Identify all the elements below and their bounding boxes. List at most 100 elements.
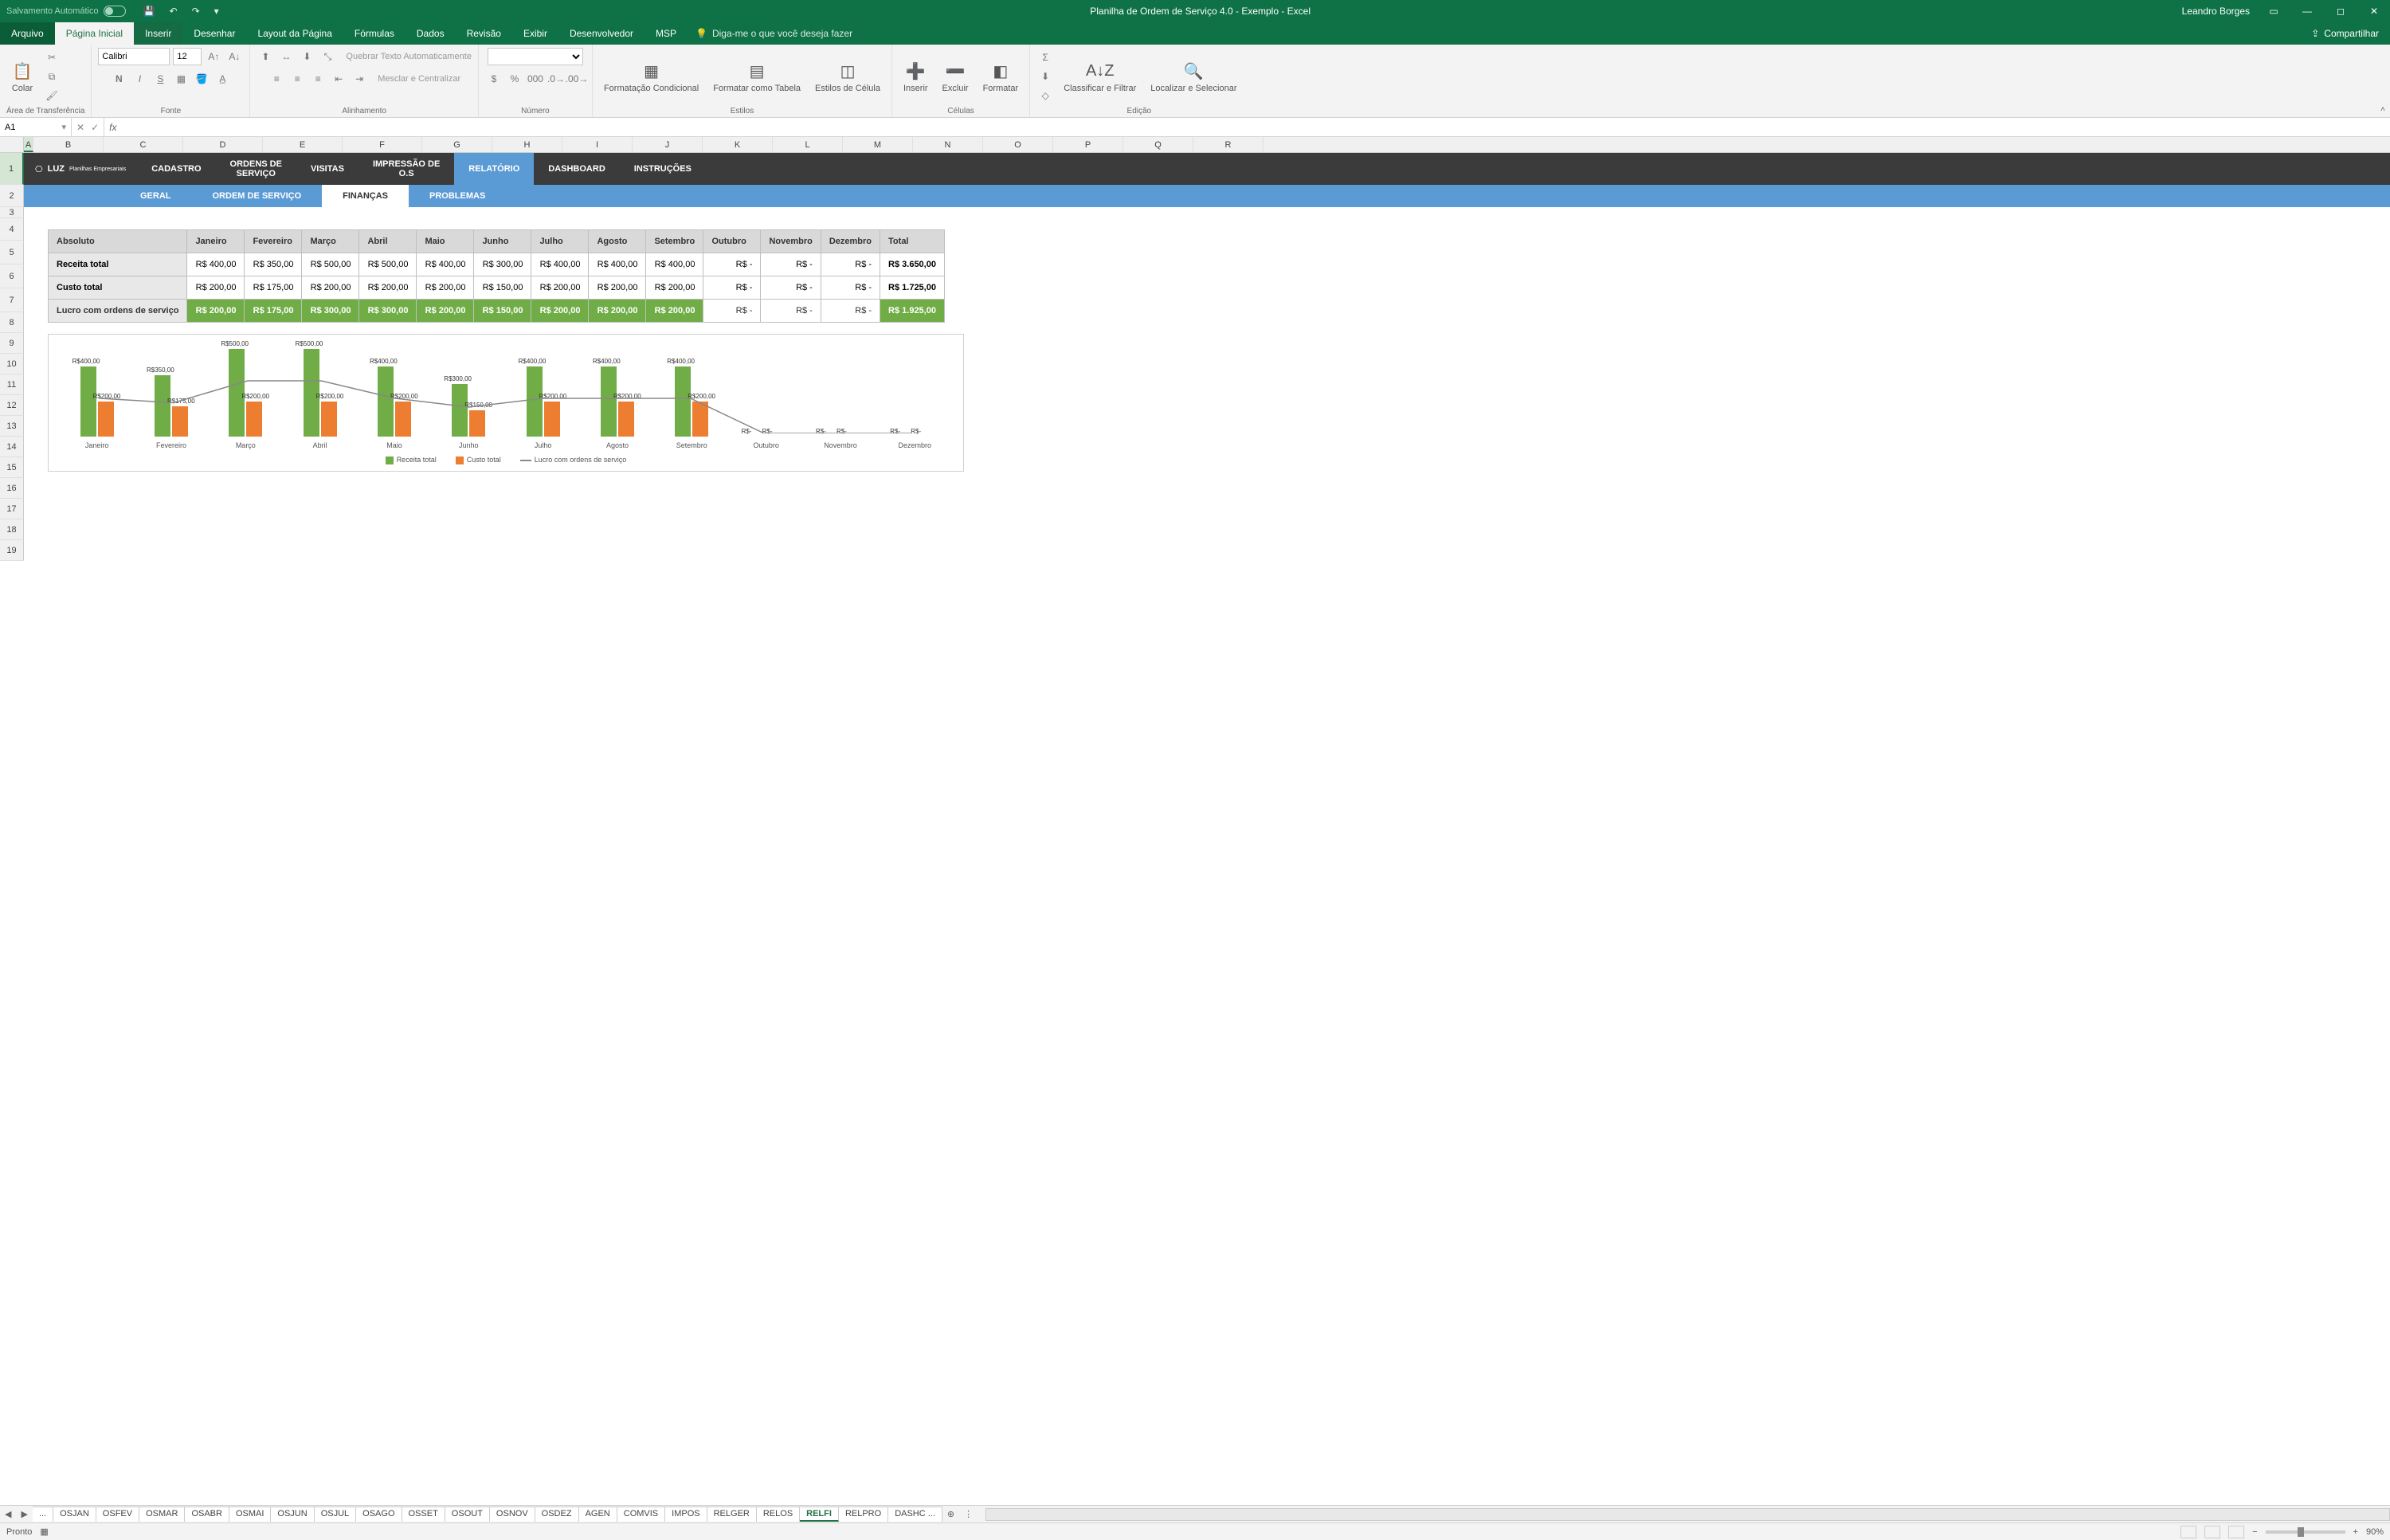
sheet-tab[interactable]: OSNOV: [490, 1507, 535, 1522]
sheet-tab[interactable]: OSMAI: [229, 1507, 271, 1522]
font-color-icon[interactable]: A̲: [214, 70, 231, 88]
increase-font-icon[interactable]: A↑: [205, 48, 222, 65]
tab-developer[interactable]: Desenvolvedor: [558, 22, 645, 45]
bold-button[interactable]: N: [110, 70, 127, 88]
col-header[interactable]: N: [913, 137, 983, 152]
row-header[interactable]: 19: [0, 540, 24, 561]
align-center-icon[interactable]: ≡: [288, 70, 306, 88]
select-all-corner[interactable]: [0, 137, 24, 152]
sheet-tab[interactable]: OSJAN: [53, 1507, 96, 1522]
sheet-tab[interactable]: IMPOS: [665, 1507, 707, 1522]
indent-right-icon[interactable]: ⇥: [351, 70, 368, 88]
nav-item[interactable]: DASHBOARD: [534, 153, 620, 185]
tab-file[interactable]: Arquivo: [0, 22, 55, 45]
tab-msp[interactable]: MSP: [645, 22, 688, 45]
increase-decimal-icon[interactable]: .0→: [547, 70, 565, 88]
name-box-input[interactable]: [5, 123, 61, 132]
tab-data[interactable]: Dados: [406, 22, 456, 45]
number-format-select[interactable]: [488, 48, 583, 65]
close-icon[interactable]: ✕: [2365, 6, 2384, 17]
merge-center-button[interactable]: Mesclar e Centralizar: [378, 74, 460, 84]
page-break-view-icon[interactable]: [2228, 1526, 2244, 1538]
row-header[interactable]: 8: [0, 312, 24, 333]
cut-icon[interactable]: ✂: [43, 49, 61, 66]
zoom-out-icon[interactable]: −: [2252, 1527, 2257, 1537]
maximize-icon[interactable]: ◻: [2331, 6, 2350, 17]
insert-cells-button[interactable]: ➕Inserir: [899, 58, 933, 95]
normal-view-icon[interactable]: [2180, 1526, 2196, 1538]
sheet-tab[interactable]: AGEN: [579, 1507, 617, 1522]
autosum-icon[interactable]: Σ: [1036, 49, 1054, 66]
name-box[interactable]: ▾: [0, 118, 72, 136]
user-name[interactable]: Leandro Borges: [2182, 6, 2250, 17]
row-header[interactable]: 1: [0, 153, 24, 185]
align-middle-icon[interactable]: ↔: [277, 48, 295, 65]
font-size-select[interactable]: [173, 48, 202, 65]
sheet-tab[interactable]: OSDEZ: [535, 1507, 579, 1522]
decrease-decimal-icon[interactable]: .00→: [568, 70, 586, 88]
sheet-tab[interactable]: RELFI: [800, 1507, 839, 1522]
nav-item[interactable]: ORDENS DESERVIÇO: [216, 153, 296, 185]
autosave-toggle[interactable]: Salvamento Automático: [6, 6, 126, 17]
sheet-tab[interactable]: OSJUL: [315, 1507, 356, 1522]
qat-more-icon[interactable]: ▾: [214, 6, 219, 17]
horizontal-scrollbar[interactable]: [985, 1508, 2390, 1521]
sheet-tab[interactable]: RELPRO: [839, 1507, 888, 1522]
sheet-nav-next-icon[interactable]: ▶: [16, 1509, 32, 1519]
row-header[interactable]: 10: [0, 354, 24, 374]
zoom-slider[interactable]: [2266, 1530, 2345, 1534]
row-header[interactable]: 18: [0, 519, 24, 540]
decrease-font-icon[interactable]: A↓: [225, 48, 243, 65]
wrap-text-button[interactable]: Quebrar Texto Automaticamente: [346, 52, 472, 61]
nav-item[interactable]: INSTRUÇÕES: [620, 153, 706, 185]
sheet-tab[interactable]: COMVIS: [617, 1507, 665, 1522]
col-header[interactable]: P: [1053, 137, 1123, 152]
subnav-item[interactable]: FINANÇAS: [322, 185, 409, 207]
italic-button[interactable]: I: [131, 70, 148, 88]
underline-button[interactable]: S: [151, 70, 169, 88]
tab-layout[interactable]: Layout da Página: [246, 22, 343, 45]
sheet-tab[interactable]: OSAGO: [356, 1507, 402, 1522]
font-name-select[interactable]: [98, 48, 170, 65]
row-header[interactable]: 11: [0, 374, 24, 395]
row-header[interactable]: 7: [0, 288, 24, 312]
col-header[interactable]: L: [773, 137, 843, 152]
share-button[interactable]: ⇪ Compartilhar: [2300, 22, 2390, 45]
sheet-tab[interactable]: OSSET: [402, 1507, 445, 1522]
row-header[interactable]: 5: [0, 241, 24, 265]
col-header[interactable]: H: [492, 137, 562, 152]
tab-review[interactable]: Revisão: [456, 22, 512, 45]
col-header[interactable]: R: [1193, 137, 1264, 152]
format-cells-button[interactable]: ◧Formatar: [978, 58, 1024, 95]
row-header[interactable]: 9: [0, 333, 24, 354]
tab-view[interactable]: Exibir: [512, 22, 558, 45]
redo-icon[interactable]: ↷: [192, 6, 200, 17]
tab-insert[interactable]: Inserir: [134, 22, 182, 45]
accept-formula-icon[interactable]: ✓: [91, 122, 99, 133]
zoom-percent[interactable]: 90%: [2366, 1527, 2384, 1537]
align-bottom-icon[interactable]: ⬇: [298, 48, 315, 65]
col-header[interactable]: B: [33, 137, 104, 152]
page-layout-view-icon[interactable]: [2204, 1526, 2220, 1538]
row-header[interactable]: 13: [0, 416, 24, 437]
col-header[interactable]: J: [633, 137, 703, 152]
sheet-tab[interactable]: ...: [33, 1507, 53, 1522]
tab-formulas[interactable]: Fórmulas: [343, 22, 406, 45]
collapse-ribbon-icon[interactable]: ˄: [2380, 105, 2385, 114]
currency-icon[interactable]: $: [485, 70, 503, 88]
paste-button[interactable]: 📋 Colar: [6, 58, 38, 95]
row-header[interactable]: 2: [0, 185, 24, 207]
row-header[interactable]: 17: [0, 499, 24, 519]
tell-me-search[interactable]: 💡 Diga-me o que você deseja fazer: [695, 22, 852, 45]
nav-item[interactable]: CADASTRO: [137, 153, 215, 185]
subnav-item[interactable]: ORDEM DE SERVIÇO: [192, 185, 323, 207]
cell-styles-button[interactable]: ◫Estilos de Célula: [810, 58, 885, 95]
subnav-item[interactable]: PROBLEMAS: [409, 185, 506, 207]
fill-color-icon[interactable]: 🪣: [193, 70, 210, 88]
row-header[interactable]: 4: [0, 218, 24, 241]
format-painter-icon[interactable]: 🖌: [43, 87, 61, 104]
row-header[interactable]: 3: [0, 207, 24, 218]
fx-icon[interactable]: fx: [109, 122, 116, 133]
zoom-in-icon[interactable]: +: [2353, 1527, 2358, 1537]
subnav-item[interactable]: GERAL: [120, 185, 192, 207]
